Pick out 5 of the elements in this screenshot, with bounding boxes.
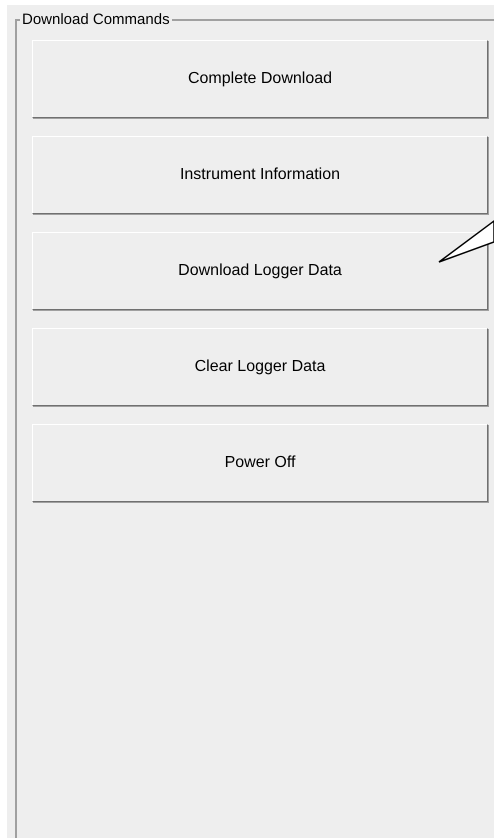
command-button[interactable]: Download Logger Data: [32, 232, 488, 310]
command-button[interactable]: Power Off: [32, 424, 488, 502]
command-button[interactable]: Clear Logger Data: [32, 328, 488, 406]
command-button[interactable]: Instrument Information: [32, 136, 488, 214]
command-button[interactable]: Complete Download: [32, 40, 488, 118]
